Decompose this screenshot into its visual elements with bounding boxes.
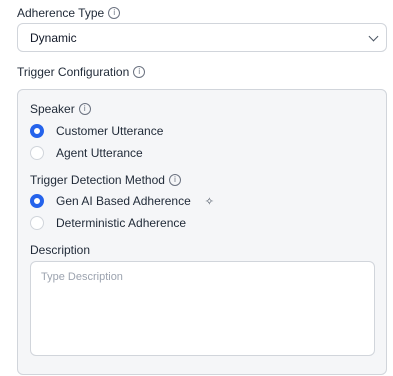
info-icon[interactable]: i bbox=[108, 7, 121, 19]
radio-label: Customer Utterance bbox=[56, 124, 164, 138]
adherence-type-label: Adherence Type bbox=[17, 6, 105, 20]
chevron-down-icon bbox=[368, 31, 379, 41]
speaker-label: Speaker bbox=[30, 102, 75, 116]
radio-label: Gen AI Based Adherence bbox=[56, 194, 191, 208]
radio-label: Deterministic Adherence bbox=[56, 216, 187, 230]
radio-deterministic-adherence[interactable]: Deterministic Adherence bbox=[30, 216, 186, 230]
trigger-configuration-label-row: Trigger Configuration i bbox=[17, 65, 146, 79]
sparkle-icon: ✧ bbox=[204, 195, 214, 208]
radio-button-unchecked[interactable] bbox=[30, 216, 44, 230]
radio-button-checked[interactable] bbox=[30, 194, 44, 208]
info-icon[interactable]: i bbox=[133, 66, 146, 78]
radio-gen-ai-based-adherence[interactable]: Gen AI Based Adherence ✧ bbox=[30, 194, 214, 208]
radio-button-unchecked[interactable] bbox=[30, 146, 44, 160]
speaker-label-row: Speaker i bbox=[30, 102, 91, 116]
trigger-detection-method-label: Trigger Detection Method bbox=[30, 173, 165, 187]
adherence-type-select[interactable]: Dynamic bbox=[17, 23, 387, 52]
description-label: Description bbox=[30, 243, 91, 257]
radio-customer-utterance[interactable]: Customer Utterance bbox=[30, 124, 163, 138]
radio-button-checked[interactable] bbox=[30, 124, 44, 138]
description-textarea[interactable]: Type Description bbox=[30, 261, 375, 356]
trigger-configuration-label: Trigger Configuration bbox=[17, 65, 130, 79]
adherence-type-selected-value: Dynamic bbox=[30, 30, 77, 45]
info-icon[interactable]: i bbox=[78, 103, 91, 115]
adherence-type-label-row: Adherence Type i bbox=[17, 6, 121, 20]
info-icon[interactable]: i bbox=[168, 174, 181, 186]
description-label-row: Description bbox=[30, 243, 90, 257]
radio-agent-utterance[interactable]: Agent Utterance bbox=[30, 146, 143, 160]
trigger-detection-method-label-row: Trigger Detection Method i bbox=[30, 173, 181, 187]
radio-label: Agent Utterance bbox=[56, 146, 143, 160]
